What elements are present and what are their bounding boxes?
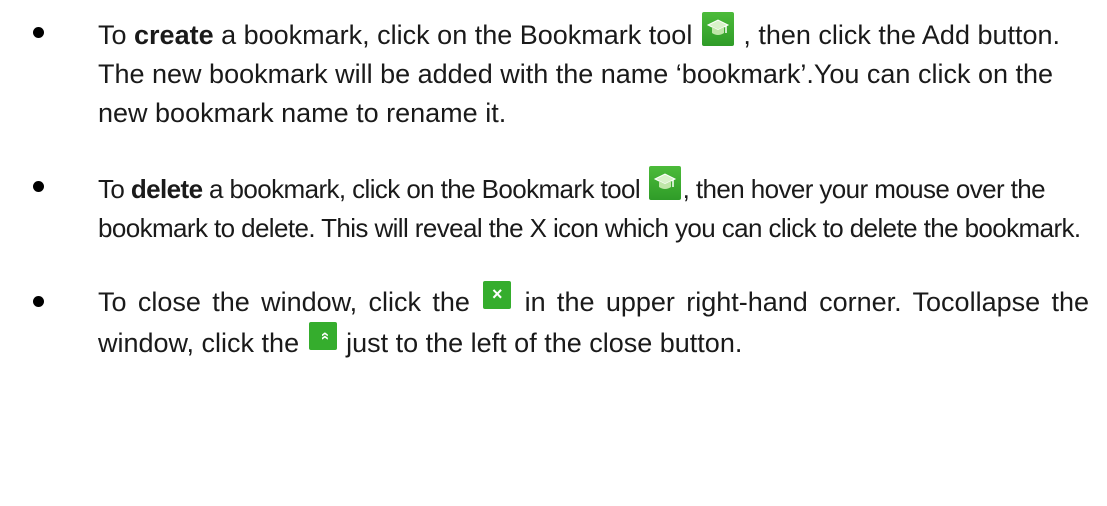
create-keyword: create <box>134 20 214 50</box>
bookmark-tool-icon <box>648 166 681 200</box>
bullet-dot <box>33 27 44 38</box>
collapse-icon: « <box>308 322 337 350</box>
document-page: To create a bookmark, click on the Bookm… <box>0 0 1107 506</box>
bullet-dot <box>33 296 44 307</box>
delete-text-pre: To <box>98 174 131 204</box>
list-item-delete: To delete a bookmark, click on the Bookm… <box>0 166 1107 248</box>
close-text-pre: To close the window, click the <box>98 287 482 317</box>
list-item-close: To close the window, click the × in the … <box>0 281 1107 363</box>
create-text-mid: a bookmark, click on the Bookmark tool <box>213 20 700 50</box>
bullet-dot <box>33 181 44 192</box>
close-glyph: × <box>491 284 503 304</box>
collapse-glyph: « <box>316 331 334 341</box>
delete-text-mid: a bookmark, click on the Bookmark tool <box>202 174 647 204</box>
instruction-list: To create a bookmark, click on the Bookm… <box>0 12 1107 396</box>
close-text-post: just to the left of the close button. <box>338 328 743 358</box>
close-icon: × <box>483 281 512 309</box>
delete-keyword: delete <box>130 174 203 204</box>
create-text-pre: To <box>98 20 135 50</box>
list-item-create: To create a bookmark, click on the Bookm… <box>0 12 1107 133</box>
bookmark-tool-icon <box>701 12 734 46</box>
